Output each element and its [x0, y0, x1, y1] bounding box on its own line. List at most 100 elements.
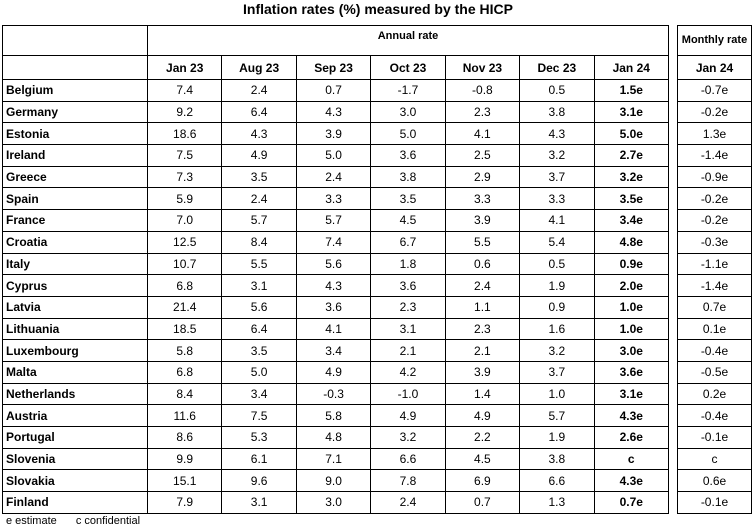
- table-row: Finland 7.9 3.1 3.0 2.4 0.7 1.3 0.7e: [2, 491, 670, 514]
- month-header: Sep 23: [295, 55, 372, 80]
- table-row: Croatia 12.5 8.4 7.4 6.7 5.5 5.4 4.8e: [2, 230, 670, 254]
- monthly-rate-cell: 1.3e: [677, 122, 752, 146]
- rate-cell: 18.6: [146, 122, 223, 146]
- rate-cell: 1.3: [519, 491, 595, 514]
- rate-cell: 9.2: [146, 100, 223, 124]
- monthly-rate-cell: -0.2e: [677, 209, 752, 232]
- monthly-rate-cell: -0.4e: [677, 404, 752, 427]
- country-label: Slovenia: [2, 447, 148, 471]
- rate-cell: 6.6: [370, 447, 446, 471]
- footnote-confidential: c confidential: [75, 515, 141, 527]
- rate-cell: 3.0e: [593, 339, 670, 362]
- table-row: Belgium 7.4 2.4 0.7 -1.7 -0.8 0.5 1.5e: [2, 79, 670, 102]
- rate-cell: c: [593, 447, 670, 471]
- country-label: Ireland: [2, 144, 148, 167]
- table-row: 0.2e: [677, 382, 752, 406]
- rate-cell: 0.9e: [593, 252, 670, 276]
- table-row: -0.3e: [677, 230, 752, 254]
- rate-cell: 1.4: [444, 382, 521, 406]
- month-header-row: Jan 23 Aug 23 Sep 23 Oct 23 Nov 23 Dec 23 Jan …: [2, 55, 670, 80]
- footnote: e estimate c confidential: [6, 514, 156, 528]
- table-title: Inflation rates (%) measured by the HICP: [243, 1, 513, 17]
- rate-cell: 2.1: [370, 339, 446, 362]
- rate-cell: 5.9: [146, 187, 223, 211]
- rate-cell: 5.3: [221, 426, 297, 449]
- rate-cell: 11.6: [146, 404, 223, 427]
- rate-cell: 5.0: [221, 360, 297, 384]
- monthly-rate-cell: 0.6e: [677, 469, 752, 493]
- rate-cell: 3.7: [519, 360, 595, 384]
- rate-cell: 0.7e: [593, 491, 670, 514]
- country-label: Malta: [2, 360, 148, 384]
- rate-cell: 2.4: [370, 491, 446, 514]
- rate-cell: 1.6: [519, 317, 595, 341]
- rate-cell: -1.0: [370, 382, 446, 406]
- table-row: Greece 7.3 3.5 2.4 3.8 2.9 3.7 3.2e: [2, 165, 670, 189]
- table-row: -0.9e: [677, 165, 752, 189]
- rate-cell: 3.8: [370, 165, 446, 189]
- rate-cell: 3.5: [370, 187, 446, 211]
- country-label: Luxembourg: [2, 339, 148, 362]
- monthly-rate-cell: c: [677, 447, 752, 471]
- rate-cell: 2.2: [444, 426, 521, 449]
- month-header: Jan 23: [146, 55, 223, 80]
- monthly-rate-cell: -0.1e: [677, 426, 752, 449]
- rate-cell: 4.3: [221, 122, 297, 146]
- rate-cell: 3.9: [295, 122, 372, 146]
- country-label: France: [2, 209, 148, 232]
- table-row: -1.1e: [677, 252, 752, 276]
- table-row: 0.6e: [677, 469, 752, 493]
- rate-cell: 3.9: [444, 360, 521, 384]
- rate-cell: 4.2: [370, 360, 446, 384]
- rate-cell: -0.3: [295, 382, 372, 406]
- month-header: Nov 23: [444, 55, 521, 80]
- rate-cell: 3.2e: [593, 165, 670, 189]
- country-label: Greece: [2, 165, 148, 189]
- rate-cell: 4.1: [519, 209, 595, 232]
- rate-cell: 3.5: [221, 339, 297, 362]
- rate-cell: 7.4: [295, 230, 372, 254]
- monthly-rate-cell: -0.1e: [677, 491, 752, 514]
- rate-cell: 5.6: [295, 252, 372, 276]
- rate-cell: 2.6e: [593, 426, 670, 449]
- rate-cell: 7.4: [146, 79, 223, 102]
- rate-cell: 3.1: [370, 317, 446, 341]
- rate-cell: 3.1: [221, 491, 297, 514]
- monthly-rate-cell: -0.4e: [677, 339, 752, 362]
- rate-cell: 3.8: [519, 100, 595, 124]
- rate-cell: 12.5: [146, 230, 223, 254]
- rate-cell: 2.3: [444, 317, 521, 341]
- monthly-rate-cell: -0.9e: [677, 165, 752, 189]
- table-row: 0.1e: [677, 317, 752, 341]
- rate-cell: 1.1: [444, 295, 521, 319]
- table-row: -0.5e: [677, 360, 752, 384]
- rate-cell: 1.9: [519, 426, 595, 449]
- rate-cell: -1.7: [370, 79, 446, 102]
- rate-cell: 3.2: [519, 144, 595, 167]
- rate-cell: 0.6: [444, 252, 521, 276]
- table-row: Slovakia 15.1 9.6 9.0 7.8 6.9 6.6 4.3e: [2, 469, 670, 493]
- rate-cell: 4.5: [444, 447, 521, 471]
- rate-cell: 3.1e: [593, 100, 670, 124]
- country-label: Netherlands: [2, 382, 148, 406]
- rate-cell: 5.8: [146, 339, 223, 362]
- annual-rate-table: Annual rate Jan 23 Aug 23 Sep 23 Oct 23 Nov …: [2, 25, 670, 514]
- rate-cell: 5.7: [295, 209, 372, 232]
- country-label: Cyprus: [2, 274, 148, 297]
- rate-cell: 9.0: [295, 469, 372, 493]
- rate-cell: 3.6e: [593, 360, 670, 384]
- rate-cell: 2.1: [444, 339, 521, 362]
- table-row: 0.7e: [677, 295, 752, 319]
- table-row: 1.3e: [677, 122, 752, 146]
- rate-cell: 3.5: [221, 165, 297, 189]
- rate-cell: 5.5: [221, 252, 297, 276]
- table-row: Italy 10.7 5.5 5.6 1.8 0.6 0.5 0.9e: [2, 252, 670, 276]
- country-label: Spain: [2, 187, 148, 211]
- rate-cell: 2.3: [370, 295, 446, 319]
- rate-cell: 1.8: [370, 252, 446, 276]
- monthly-rate-cell: 0.1e: [677, 317, 752, 341]
- rate-cell: 4.1: [444, 122, 521, 146]
- monthly-rate-table: Monthly rate Jan 24 -0.7e -0.2e 1.3e -1.4e -…: [677, 25, 752, 514]
- rate-cell: 1.0: [519, 382, 595, 406]
- monthly-rate-cell: -1.4e: [677, 144, 752, 167]
